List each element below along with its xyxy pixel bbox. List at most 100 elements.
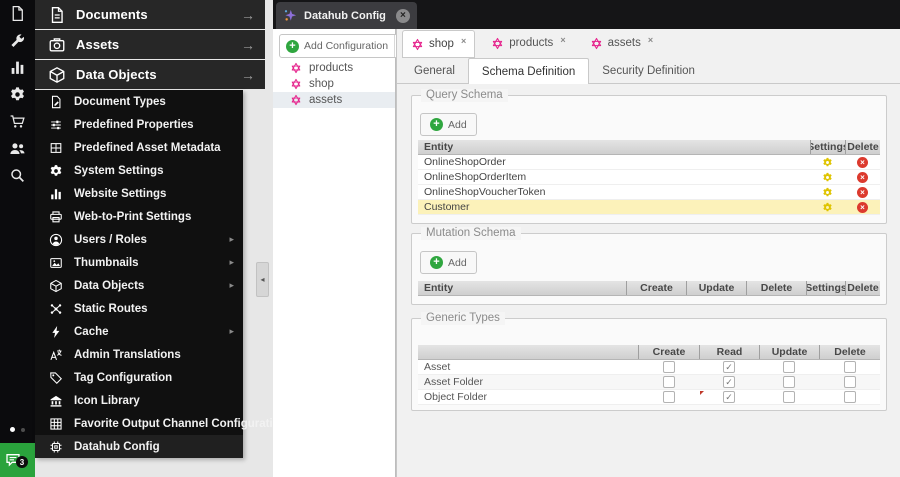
menu-item-document-types[interactable]: Document Types (35, 90, 243, 113)
menu-item-website-settings[interactable]: Website Settings (35, 182, 243, 205)
delete-icon[interactable]: × (857, 186, 868, 198)
menu-item-data-objects[interactable]: Data Objects ▸ (35, 274, 243, 297)
tree-item-label: shop (309, 78, 334, 90)
menu-item-users-roles[interactable]: Users / Roles ▸ (35, 228, 243, 251)
settings-gear-icon[interactable] (822, 187, 833, 198)
checkbox-asset-folder-delete[interactable] (843, 376, 856, 388)
app-icon-bar: 3 (0, 0, 35, 477)
table-row[interactable]: Asset ✓ (418, 360, 880, 375)
menu-item-cache[interactable]: Cache ▸ (35, 320, 243, 343)
delete-icon[interactable]: × (857, 171, 868, 183)
user-circle-icon (49, 233, 63, 247)
checkbox-asset-folder-read[interactable]: ✓ (723, 376, 735, 388)
iconbar-search-button[interactable] (0, 162, 35, 189)
type-label-cell: Asset (424, 361, 451, 373)
mutation-schema-fieldset: Mutation Schema + Add Entity Create Update… (411, 227, 887, 305)
config-tab-shop[interactable]: shop × (402, 30, 476, 58)
iconbar-settings-button[interactable] (0, 81, 35, 108)
delete-icon[interactable]: × (857, 201, 868, 213)
menu-item-icon-library[interactable]: Icon Library (35, 389, 243, 412)
menu-item-label: Thumbnails (74, 256, 139, 269)
tree-item-shop[interactable]: shop (273, 76, 395, 92)
settings-flyout-menu: Document Types Predefined Properties Pre… (35, 90, 293, 458)
checkbox-object-folder-create[interactable] (662, 391, 675, 403)
checkbox-asset-delete[interactable] (843, 361, 856, 373)
iconbar-documents-button[interactable] (0, 0, 35, 27)
menu-item-admin-translations[interactable]: Admin Translations (35, 343, 243, 366)
menu-item-label: Favorite Output Channel Configurations (74, 417, 294, 430)
close-icon[interactable]: × (395, 8, 410, 23)
checkbox-asset-read[interactable]: ✓ (723, 361, 735, 373)
configuration-tabs: shop × products × assets × (402, 30, 661, 58)
subtab-general[interactable]: General (401, 58, 468, 84)
chat-badge: 3 (16, 456, 28, 468)
menu-item-static-routes[interactable]: Static Routes (35, 297, 243, 320)
workspace-tab-label: Datahub Config (304, 9, 386, 22)
settings-gear-icon[interactable] (822, 172, 833, 183)
panel-collapse-handle[interactable]: ◂ (256, 262, 269, 297)
iconbar-ecommerce-button[interactable] (0, 108, 35, 135)
iconbar-reports-button[interactable] (0, 54, 35, 81)
cart-icon (9, 113, 26, 130)
menu-item-predefined-properties[interactable]: Predefined Properties (35, 113, 243, 136)
menu-item-label: Data Objects (74, 279, 145, 292)
grid-icon (49, 417, 63, 431)
sliders-icon (49, 118, 63, 132)
checkbox-object-folder-delete[interactable] (843, 391, 856, 403)
tree-item-assets[interactable]: assets (273, 92, 395, 108)
menu-item-label: Admin Translations (74, 348, 181, 361)
checkbox-asset-folder-update[interactable] (783, 376, 795, 388)
menu-item-web-to-print-settings[interactable]: Web-to-Print Settings (35, 205, 243, 228)
column-header-delete: Delete (845, 281, 880, 295)
checkbox-object-folder-read[interactable]: ✓ (723, 391, 735, 403)
settings-gear-icon[interactable] (822, 157, 833, 168)
table-row[interactable]: Object Folder ✓ (418, 390, 880, 405)
query-schema-add-button[interactable]: + Add (420, 113, 477, 136)
gear-icon (9, 86, 26, 103)
camera-icon (48, 36, 66, 54)
nav-header-documents[interactable]: Documents → (35, 0, 265, 29)
workspace-tab-datahub-config[interactable]: Datahub Config × (276, 2, 417, 29)
tree-item-products[interactable]: products (273, 60, 395, 76)
subtab-schema-definition[interactable]: Schema Definition (467, 58, 590, 84)
checkbox-object-folder-update[interactable] (783, 391, 795, 403)
mutation-schema-add-button[interactable]: + Add (420, 251, 477, 274)
hexagram-icon (290, 78, 302, 90)
table-row[interactable]: OnlineShopOrderItem × (418, 170, 880, 185)
arrow-right-icon: → (241, 36, 255, 53)
settings-gear-icon[interactable] (822, 202, 833, 213)
subtab-security-definition[interactable]: Security Definition (589, 58, 708, 84)
chat-button[interactable]: 3 (0, 443, 35, 477)
checkbox-asset-create[interactable] (662, 361, 675, 373)
menu-item-system-settings[interactable]: System Settings (35, 159, 243, 182)
table-row[interactable]: Asset Folder ✓ (418, 375, 880, 390)
tree-item-label: assets (309, 94, 343, 106)
close-icon[interactable]: × (648, 36, 653, 45)
iconbar-tools-button[interactable] (0, 27, 35, 54)
query-schema-legend: Query Schema (421, 89, 508, 102)
menu-item-datahub-config[interactable]: Datahub Config (35, 435, 243, 458)
status-dot (21, 427, 25, 432)
table-row[interactable]: Customer × (418, 200, 880, 215)
column-header-delete: Delete (819, 345, 880, 359)
checkbox-asset-folder-create[interactable] (662, 376, 675, 388)
table-header-row: Entity SettingsDelete (418, 140, 880, 155)
menu-item-favorite-output-channel-configurations[interactable]: Favorite Output Channel Configurations (35, 412, 293, 435)
menu-item-predefined-asset-metadata[interactable]: Predefined Asset Metadata (35, 136, 243, 159)
nav-header-assets[interactable]: Assets → (35, 30, 265, 59)
menu-item-tag-configuration[interactable]: Tag Configuration (35, 366, 243, 389)
table-row[interactable]: OnlineShopVoucherToken × (418, 185, 880, 200)
menu-item-thumbnails[interactable]: Thumbnails ▸ (35, 251, 243, 274)
delete-icon[interactable]: × (857, 156, 868, 168)
nav-header-data-objects[interactable]: Data Objects → (35, 60, 265, 89)
close-icon[interactable]: × (560, 36, 565, 45)
generic-types-fieldset: Generic Types Create Read Update Delete Ass… (411, 312, 887, 411)
config-tab-products[interactable]: products × (483, 30, 573, 58)
table-row[interactable]: OnlineShopOrder × (418, 155, 880, 170)
close-icon[interactable]: × (461, 37, 466, 46)
add-configuration-button[interactable]: + Add Configuration ▼ (279, 34, 413, 58)
iconbar-users-button[interactable] (0, 135, 35, 162)
config-tab-assets[interactable]: assets × (582, 30, 662, 58)
checkbox-asset-update[interactable] (783, 361, 795, 373)
add-label: Add (448, 256, 467, 269)
